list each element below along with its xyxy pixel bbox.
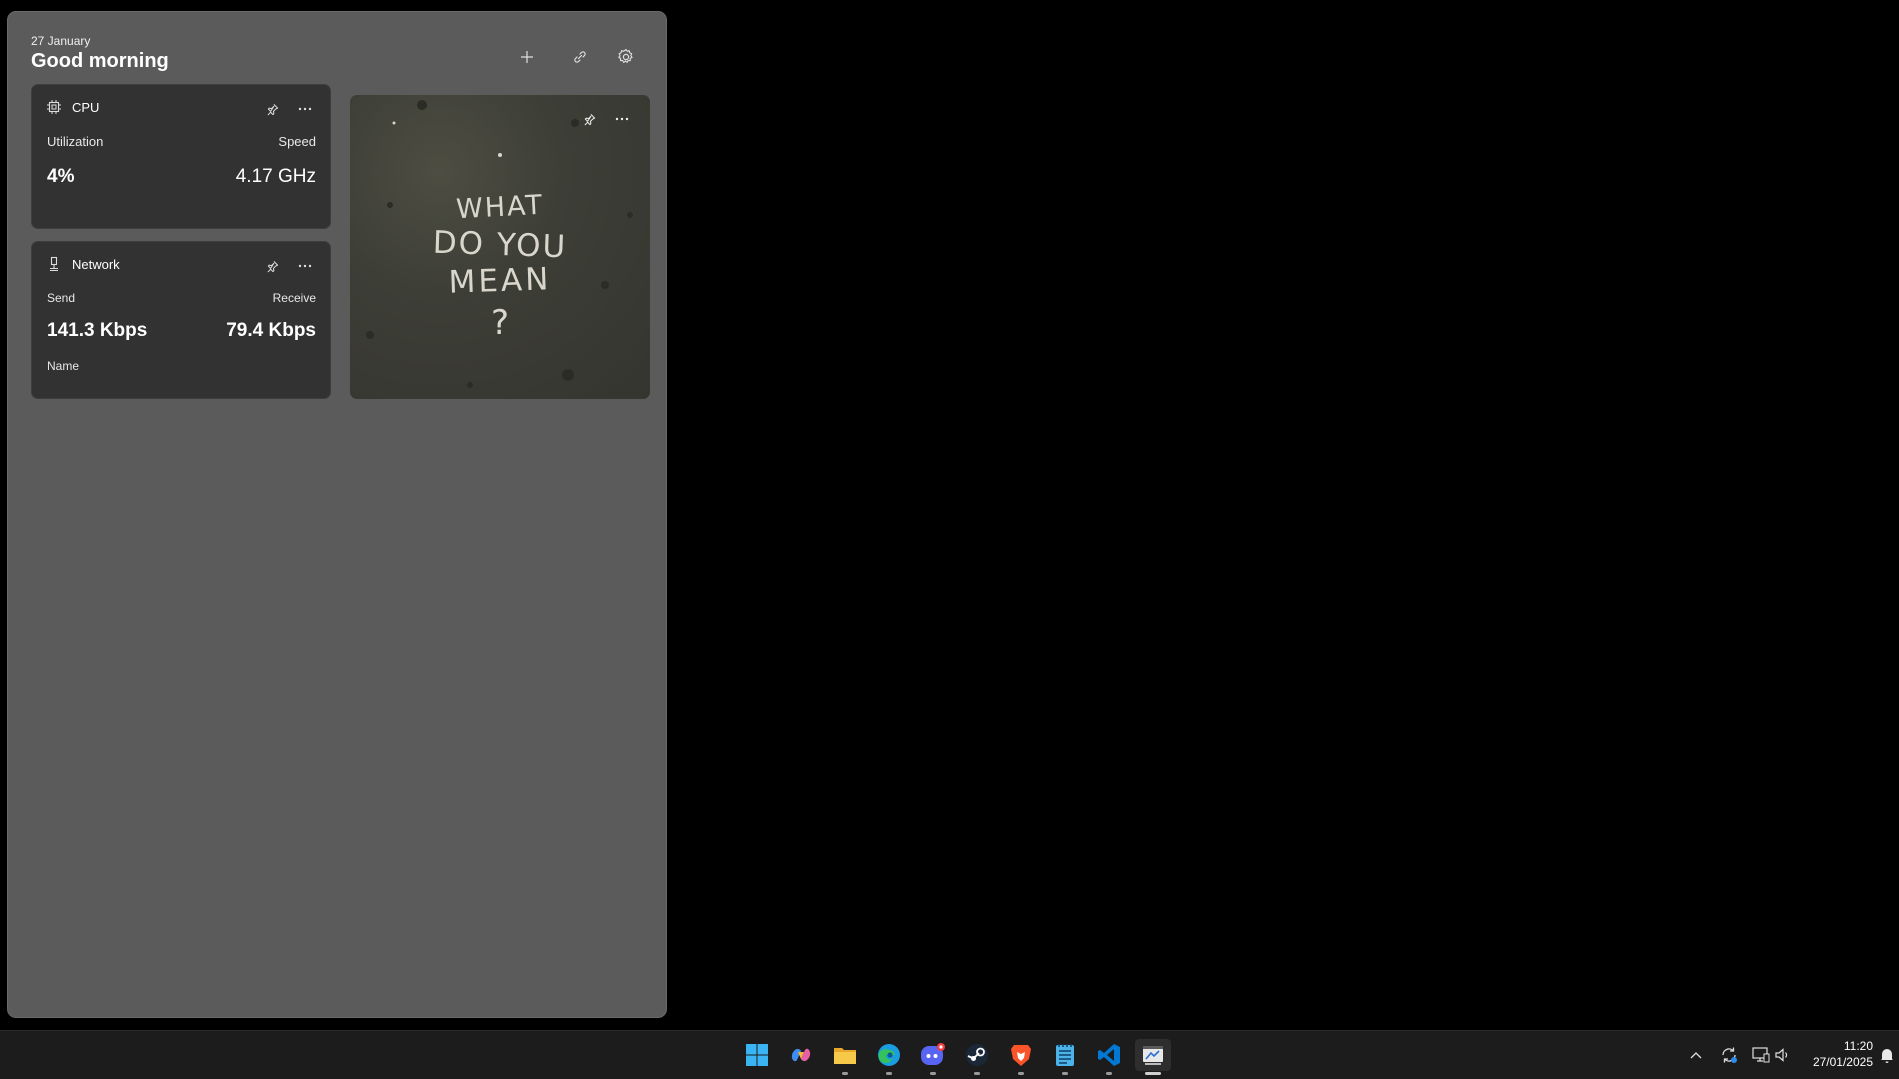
chip-icon (47, 100, 61, 114)
discord-icon (921, 1043, 945, 1065)
network-title-row: Network (46, 256, 120, 272)
network-more-button[interactable] (292, 254, 318, 278)
settings-button[interactable] (611, 42, 641, 72)
more-icon (615, 117, 629, 121)
header-date: 27 January (31, 34, 91, 48)
running-indicator (1062, 1072, 1068, 1075)
clock[interactable]: 11:20 27/01/2025 (1813, 1038, 1873, 1070)
volume-tray-button[interactable] (1772, 1044, 1794, 1066)
network-pin-button[interactable] (259, 254, 285, 278)
running-indicator (1018, 1072, 1024, 1075)
widgets-board: 27 January Good morning CPU Utilization … (7, 11, 667, 1018)
photo-widget[interactable]: WHAT DO YOU MEAN ? (350, 95, 650, 399)
cpu-widget[interactable]: CPU Utilization Speed 4% 4.17 GHz (31, 84, 331, 229)
windows-icon (746, 1044, 768, 1066)
active-app-button[interactable] (1135, 1039, 1171, 1075)
cpu-utilization-label: Utilization (47, 134, 104, 149)
file-explorer-button[interactable] (829, 1039, 861, 1075)
steam-icon (966, 1044, 988, 1066)
notifications-button[interactable] (1876, 1044, 1898, 1066)
gear-icon (618, 48, 633, 63)
more-icon (298, 107, 312, 111)
folder-icon (834, 1048, 856, 1064)
copilot-icon (791, 1048, 811, 1062)
edge-icon (878, 1044, 900, 1066)
plus-icon (521, 51, 533, 63)
pin-icon (266, 260, 278, 272)
active-indicator (1145, 1072, 1161, 1075)
add-widget-button[interactable] (512, 42, 542, 72)
link-icon (574, 51, 586, 63)
edge-button[interactable] (873, 1039, 905, 1075)
photo-more-button[interactable] (609, 107, 635, 131)
network-send-value: 141.3 Kbps (47, 320, 148, 341)
cpu-speed-label: Speed (278, 134, 316, 149)
vscode-icon (1098, 1044, 1120, 1066)
cpu-speed-value: 4.17 GHz (235, 166, 316, 187)
start-button[interactable] (741, 1039, 773, 1071)
monitor-network-icon (1752, 1047, 1770, 1063)
running-indicator (974, 1072, 980, 1075)
brave-button[interactable] (1005, 1039, 1037, 1075)
notepad-button[interactable] (1049, 1039, 1081, 1075)
more-icon (298, 264, 312, 268)
photo-pin-button[interactable] (576, 107, 602, 131)
brave-icon (1011, 1045, 1031, 1066)
network-receive-label: Receive (272, 291, 316, 305)
show-hidden-icons-button[interactable] (1685, 1044, 1707, 1066)
chalk-text-line4: ? (490, 303, 510, 343)
running-indicator (886, 1072, 892, 1075)
app-window-icon (1143, 1046, 1163, 1065)
network-receive-value: 79.4 Kbps (226, 320, 316, 341)
network-send-label: Send (47, 291, 76, 305)
chevron-up-icon (1690, 1052, 1702, 1059)
bell-icon (1881, 1049, 1893, 1063)
network-widget[interactable]: Network Send Receive 141.3 Kbps 79.4 Kbp… (31, 241, 331, 399)
speaker-icon (1775, 1048, 1788, 1062)
sync-tray-button[interactable] (1718, 1044, 1740, 1066)
discord-button[interactable] (917, 1039, 949, 1075)
pin-icon (583, 113, 595, 125)
pin-icon (266, 103, 278, 115)
cpu-utilization-value: 4% (47, 166, 75, 187)
copilot-button[interactable] (785, 1039, 817, 1071)
clock-time: 11:20 (1843, 1039, 1873, 1053)
sync-icon (1722, 1047, 1737, 1063)
ethernet-icon (50, 256, 58, 272)
notepad-icon (1056, 1044, 1074, 1066)
network-title: Network (72, 256, 120, 272)
taskbar: 11:20 27/01/2025 (0, 1030, 1899, 1079)
clock-date: 27/01/2025 (1812, 1055, 1873, 1069)
header-greeting: Good morning (31, 50, 169, 72)
cpu-pin-button[interactable] (259, 97, 285, 121)
cpu-more-button[interactable] (292, 97, 318, 121)
steam-button[interactable] (961, 1039, 993, 1075)
running-indicator (1106, 1072, 1112, 1075)
running-indicator (842, 1072, 848, 1075)
network-tray-button[interactable] (1750, 1044, 1772, 1066)
cpu-title-row: CPU (46, 99, 99, 115)
running-indicator (930, 1072, 936, 1075)
vscode-button[interactable] (1093, 1039, 1125, 1075)
network-name-label: Name (47, 359, 80, 373)
link-button[interactable] (565, 42, 595, 72)
cpu-title: CPU (72, 99, 100, 115)
